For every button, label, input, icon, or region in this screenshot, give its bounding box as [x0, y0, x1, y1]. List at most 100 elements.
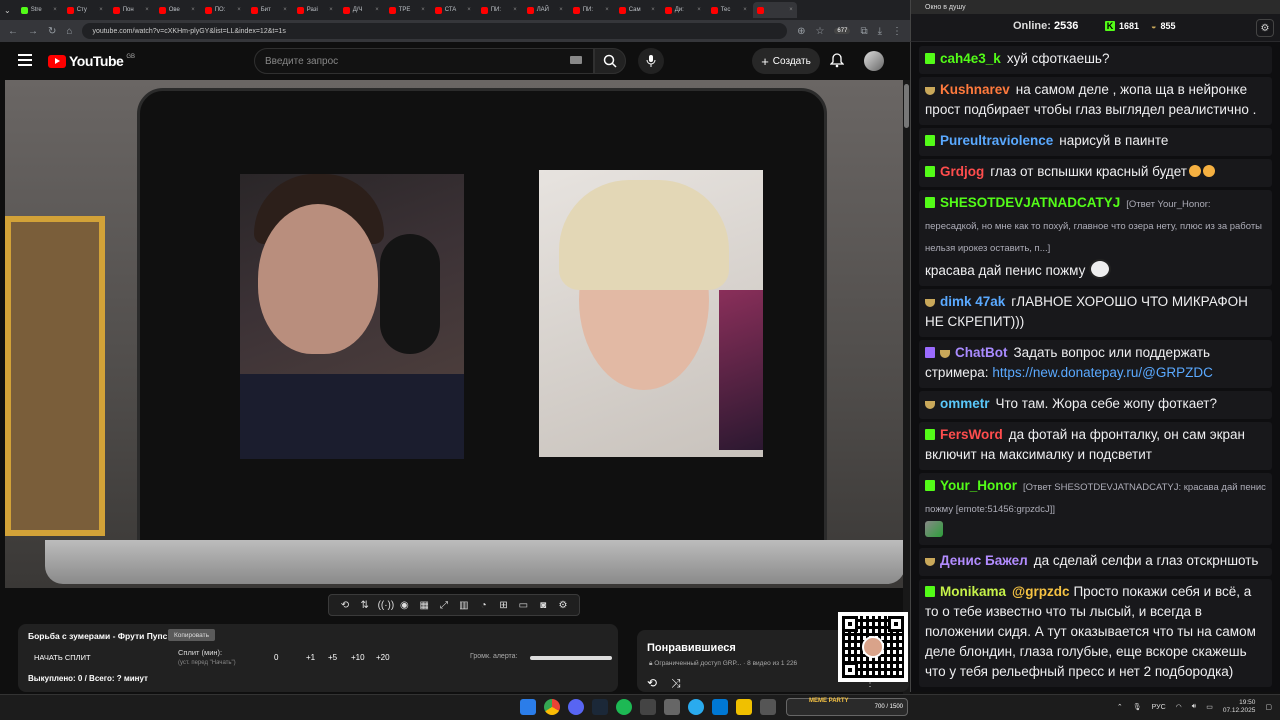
- tab-close-icon[interactable]: ×: [467, 7, 471, 13]
- chat-message[interactable]: Pureultraviolence нарисуй в паинте: [919, 128, 1272, 156]
- chat-username[interactable]: SHESOTDEVJATNADCATYJ: [940, 195, 1120, 210]
- shuffle-icon[interactable]: ⤨: [671, 676, 681, 691]
- broadcast-icon[interactable]: ((·)): [378, 600, 395, 611]
- tab-close-icon[interactable]: ×: [789, 7, 793, 13]
- tab-close-icon[interactable]: ×: [605, 7, 609, 13]
- chat-username[interactable]: FersWord: [940, 427, 1003, 442]
- tab-close-icon[interactable]: ×: [513, 7, 517, 13]
- tab-close-icon[interactable]: ×: [329, 7, 333, 13]
- tab-close-icon[interactable]: ×: [421, 7, 425, 13]
- chat-messages[interactable]: cah4e3_k хуй сфоткаешь? Kushnarev на самом …: [910, 42, 1280, 692]
- url-field[interactable]: youtube.com/watch?v=cXKHm-plyGY&list=LL&…: [82, 23, 788, 39]
- tab-close-icon[interactable]: ×: [559, 7, 563, 13]
- chat-username[interactable]: dimk 47ak: [940, 294, 1005, 309]
- browser-tab[interactable]: ×: [752, 2, 797, 18]
- tab-close-icon[interactable]: ×: [53, 7, 57, 13]
- spotify-icon[interactable]: [616, 699, 632, 715]
- notifications-bell-icon[interactable]: [830, 53, 844, 68]
- chat-message[interactable]: dimk 47ak гЛАВНОЕ ХОРОШО ЧТО МИКРАФОН НЕ …: [919, 289, 1272, 337]
- volume-icon[interactable]: 🔊︎: [1192, 703, 1196, 711]
- browser-tab[interactable]: ПИ: ×: [477, 2, 521, 18]
- chat-link[interactable]: https://new.donatepay.ru/@GRPZDC: [992, 365, 1213, 380]
- tab-close-icon[interactable]: ×: [191, 7, 195, 13]
- add-icon[interactable]: ⊞: [497, 600, 511, 611]
- battery-icon[interactable]: ▭: [1206, 703, 1213, 711]
- tab-close-icon[interactable]: ×: [375, 7, 379, 13]
- sort-icon[interactable]: ⇅: [358, 600, 372, 611]
- chat-username[interactable]: cah4e3_k: [940, 51, 1001, 66]
- back-icon[interactable]: ←: [8, 26, 18, 37]
- browser-tab[interactable]: ПИ: ×: [569, 2, 613, 18]
- camera-eye-icon[interactable]: ◉: [397, 600, 411, 611]
- speed-icon[interactable]: ◔: [477, 600, 491, 611]
- forward-icon[interactable]: →: [28, 26, 38, 37]
- chat-message[interactable]: Your_Honor [Ответ SHESOTDEVJATNADCATYJ: к…: [919, 473, 1272, 545]
- create-button[interactable]: + Создать: [752, 48, 820, 74]
- chat-message[interactable]: FersWord да фотай на фронталку, он сам эк…: [919, 422, 1272, 470]
- repeat-icon[interactable]: ⟲: [647, 676, 657, 691]
- start-split-button[interactable]: НАЧАТЬ СПЛИТ: [34, 653, 91, 662]
- browser-tab[interactable]: ЛАЙ ×: [523, 2, 567, 18]
- tab-close-icon[interactable]: ×: [651, 7, 655, 13]
- app2-icon[interactable]: [760, 699, 776, 715]
- browser-tab[interactable]: СТА ×: [431, 2, 475, 18]
- add-1-button[interactable]: +1: [306, 653, 315, 662]
- chevron-up-icon[interactable]: ⌃: [1117, 703, 1123, 711]
- browser-tab[interactable]: ТРЕ ×: [385, 2, 429, 18]
- folder-icon[interactable]: [736, 699, 752, 715]
- resize-icon[interactable]: ⤢: [437, 600, 451, 611]
- keyboard-icon[interactable]: [570, 56, 582, 64]
- tab-close-icon[interactable]: ×: [145, 7, 149, 13]
- chat-username[interactable]: Pureultraviolence: [940, 133, 1053, 148]
- browser-menu-icon[interactable]: ⋮: [892, 26, 902, 37]
- tab-search-icon[interactable]: ⌄: [4, 6, 11, 15]
- chat-username[interactable]: Денис Бажел: [940, 553, 1028, 568]
- chat-username[interactable]: ommetr: [940, 396, 990, 411]
- obs-icon[interactable]: [640, 699, 656, 715]
- start-icon[interactable]: [520, 699, 536, 715]
- chat-username[interactable]: Grdjog: [940, 164, 984, 179]
- youtube-logo[interactable]: YouTube GB: [48, 53, 135, 69]
- frames-icon[interactable]: ▥: [457, 600, 471, 611]
- app-icon[interactable]: [664, 699, 680, 715]
- search-input[interactable]: Введите запрос: [254, 48, 594, 74]
- mic-tray-icon[interactable]: 🎙︎: [1133, 703, 1142, 711]
- browser-tab[interactable]: Ди: ×: [661, 2, 705, 18]
- split-minutes-value[interactable]: 0: [274, 653, 278, 662]
- clock[interactable]: 19:50 07.12.2025: [1223, 699, 1256, 715]
- discord-icon[interactable]: [568, 699, 584, 715]
- steam-icon[interactable]: [592, 699, 608, 715]
- settings-gear-icon[interactable]: ⚙: [556, 600, 570, 611]
- home-icon[interactable]: ⌂: [66, 26, 72, 37]
- voice-search-button[interactable]: [638, 48, 664, 74]
- download-icon[interactable]: ⤓: [878, 26, 882, 37]
- browser-tab[interactable]: Сту ×: [63, 2, 107, 18]
- screenshot-icon[interactable]: ◙: [536, 600, 550, 611]
- browser-tab[interactable]: Разі ×: [293, 2, 337, 18]
- chat-message[interactable]: Kushnarev на самом деле , жопа ща в нейро…: [919, 77, 1272, 125]
- user-avatar[interactable]: [864, 51, 884, 71]
- chat-username[interactable]: Your_Honor: [940, 478, 1017, 493]
- video-player[interactable]: [5, 80, 903, 588]
- tab-close-icon[interactable]: ×: [743, 7, 747, 13]
- tab-close-icon[interactable]: ×: [237, 7, 241, 13]
- chat-username[interactable]: Kushnarev: [940, 82, 1010, 97]
- reload-icon[interactable]: ↻: [48, 26, 56, 37]
- browser-tab[interactable]: Пон ×: [109, 2, 153, 18]
- screen-icon[interactable]: ▭: [516, 600, 530, 611]
- zoom-icon[interactable]: ⊕: [797, 26, 805, 37]
- chat-message[interactable]: ommetr Что там. Жора себе жопу фоткает?: [919, 391, 1272, 419]
- telegram-icon[interactable]: [688, 699, 704, 715]
- wifi-icon[interactable]: ◠: [1176, 703, 1182, 711]
- browser-tab[interactable]: Бит ×: [247, 2, 291, 18]
- bookmark-star-icon[interactable]: ☆: [815, 26, 824, 37]
- chat-username[interactable]: ChatBot: [955, 345, 1008, 360]
- browser-tab[interactable]: Stre ×: [17, 2, 61, 18]
- browser-tab[interactable]: Ове ×: [155, 2, 199, 18]
- extension-badge[interactable]: 677: [834, 28, 851, 34]
- browser-tab[interactable]: Д/Ч ×: [339, 2, 383, 18]
- browser-tab[interactable]: ПО: ×: [201, 2, 245, 18]
- language-indicator[interactable]: РУС: [1152, 704, 1166, 711]
- notifications-icon[interactable]: ▢: [1265, 703, 1272, 711]
- browser-tab[interactable]: Сам ×: [615, 2, 659, 18]
